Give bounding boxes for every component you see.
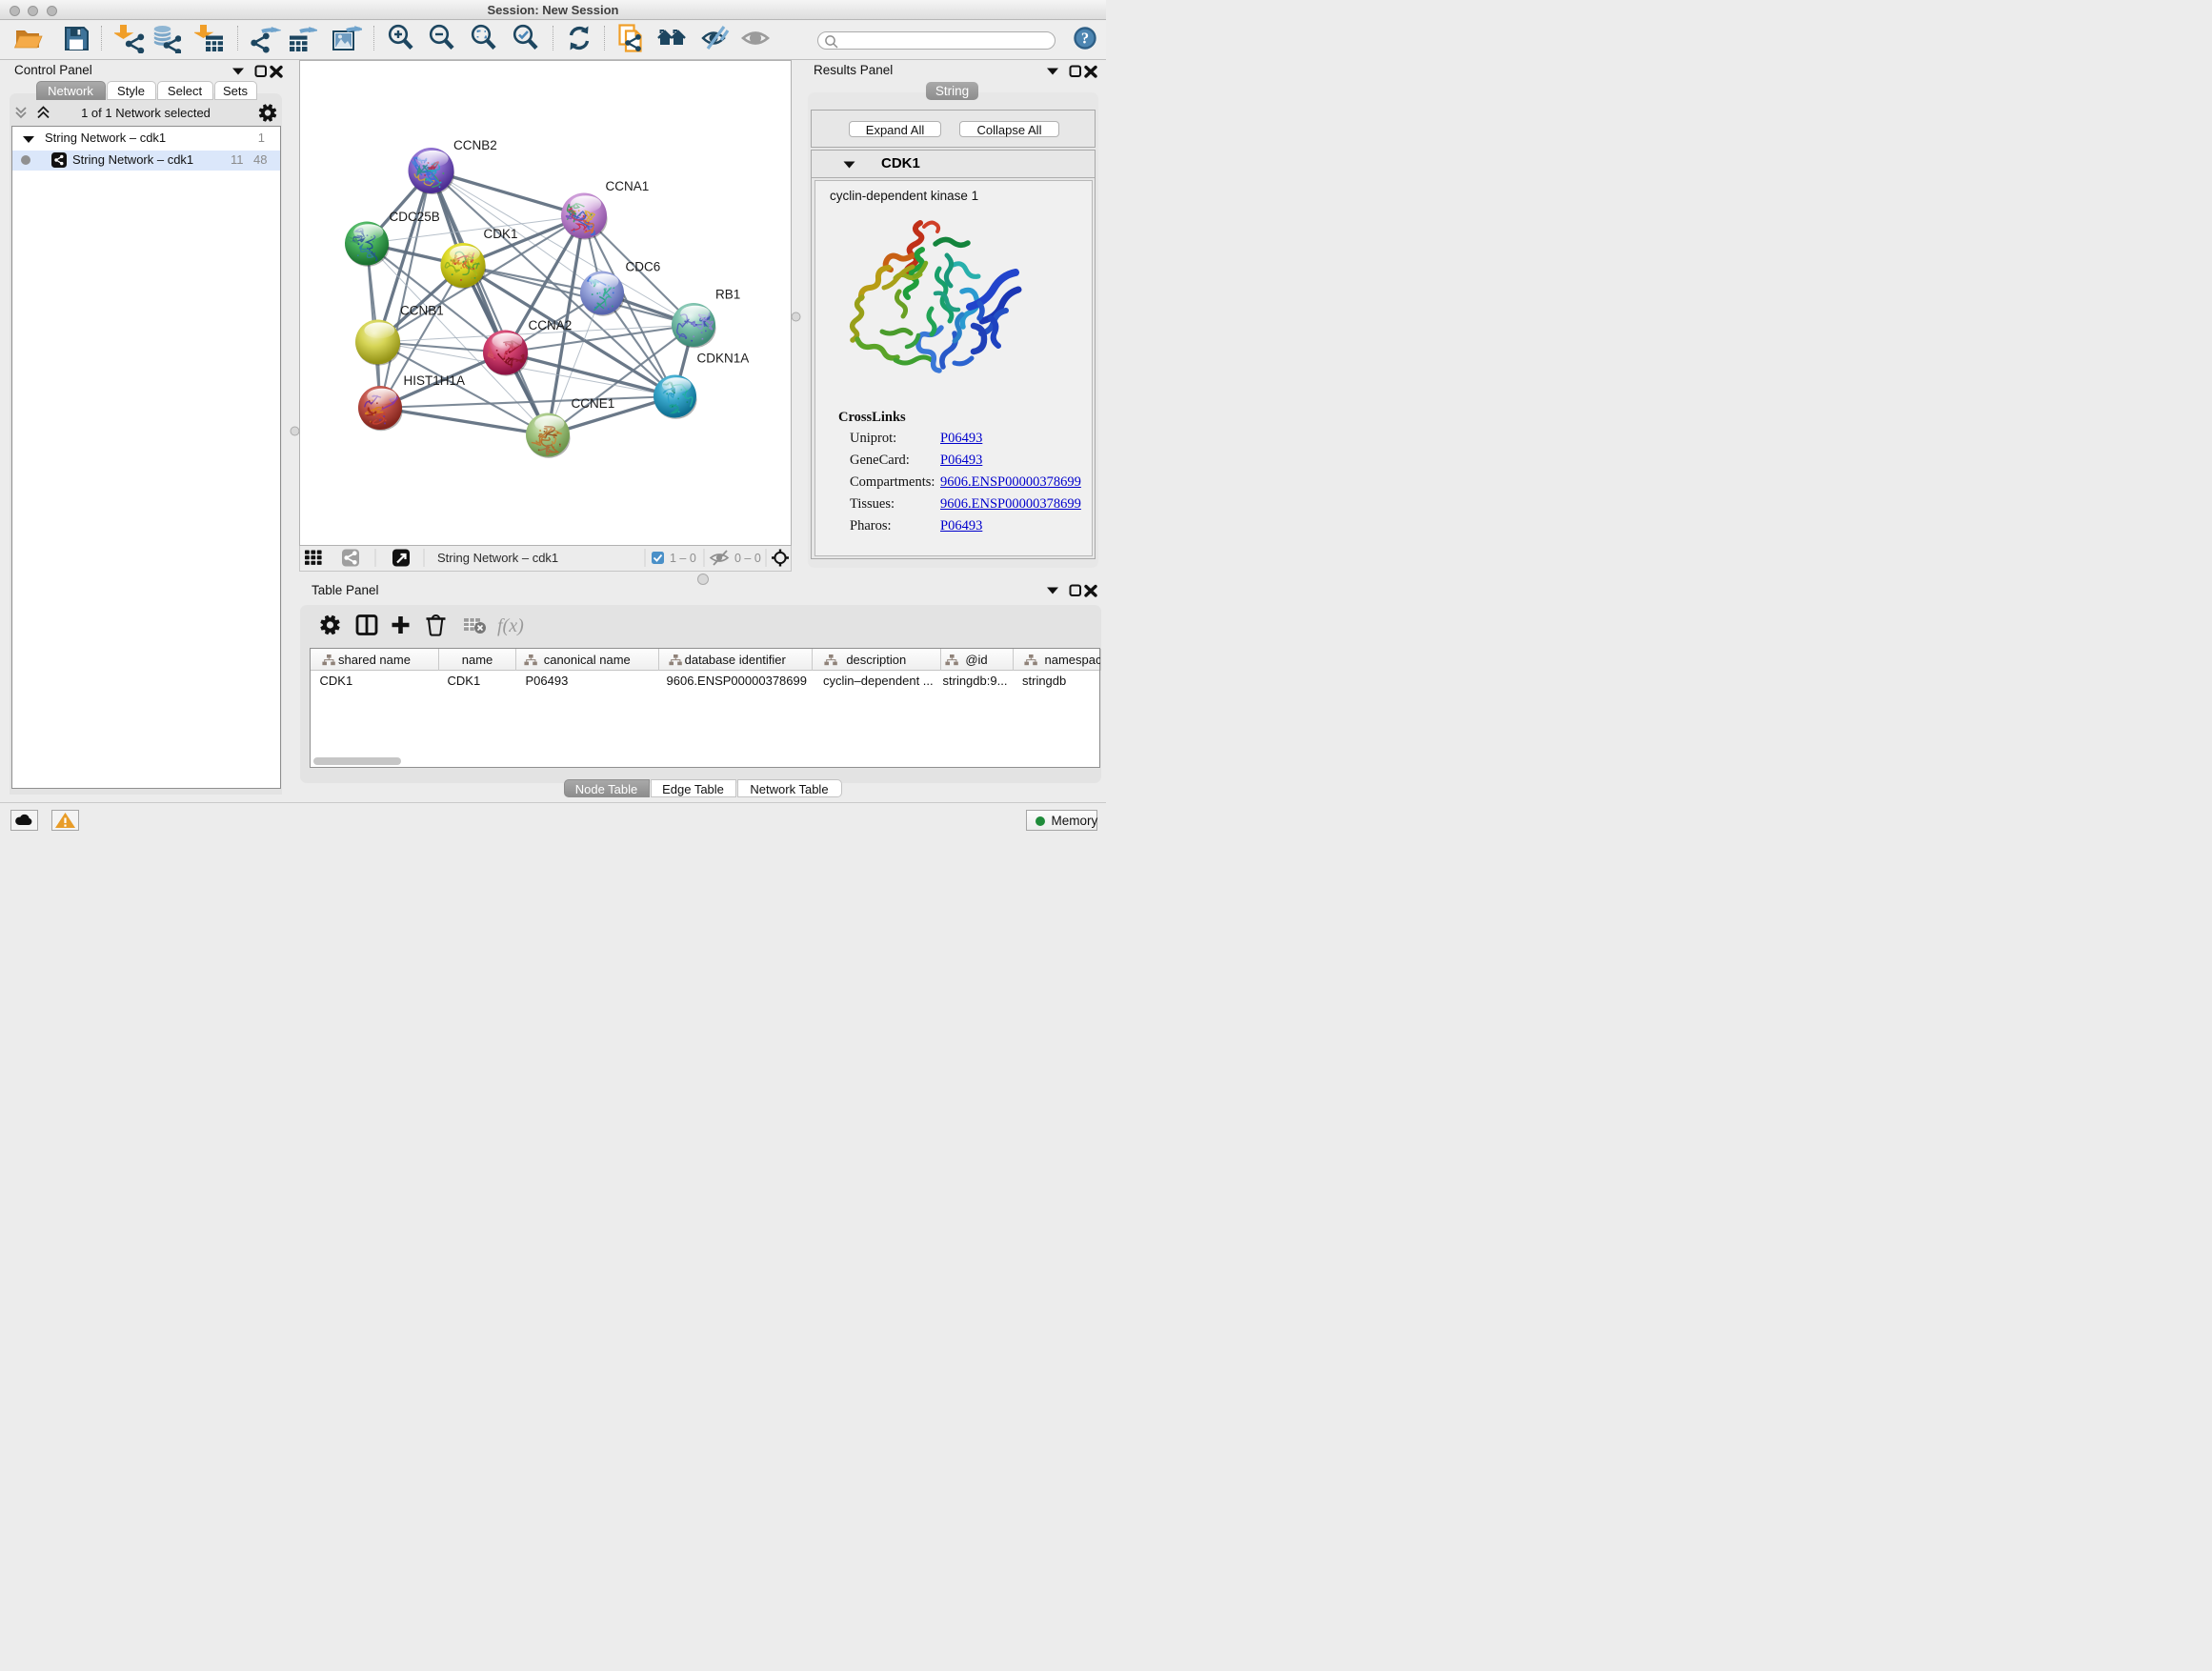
svg-text:1 – 0: 1 – 0 xyxy=(670,552,696,565)
svg-text:0 – 0: 0 – 0 xyxy=(734,552,761,565)
svg-text:CDK1: CDK1 xyxy=(484,227,518,241)
svg-text:CDKN1A: CDKN1A xyxy=(697,352,750,366)
svg-text:String Network – cdk1: String Network – cdk1 xyxy=(437,551,558,565)
svg-text:CDC6: CDC6 xyxy=(626,260,661,274)
svg-text:CCNB2: CCNB2 xyxy=(453,138,497,152)
svg-text:CCNE1: CCNE1 xyxy=(572,396,615,411)
svg-text:RB1: RB1 xyxy=(715,288,740,302)
svg-text:HIST1H1A: HIST1H1A xyxy=(404,373,466,388)
svg-text:CCNA2: CCNA2 xyxy=(529,318,573,332)
svg-text:CCNB1: CCNB1 xyxy=(400,304,444,318)
svg-text:f(x): f(x) xyxy=(497,615,524,636)
svg-text:CCNA1: CCNA1 xyxy=(606,179,650,193)
svg-text:CDC25B: CDC25B xyxy=(390,210,440,224)
svg-text:?: ? xyxy=(1080,29,1088,47)
